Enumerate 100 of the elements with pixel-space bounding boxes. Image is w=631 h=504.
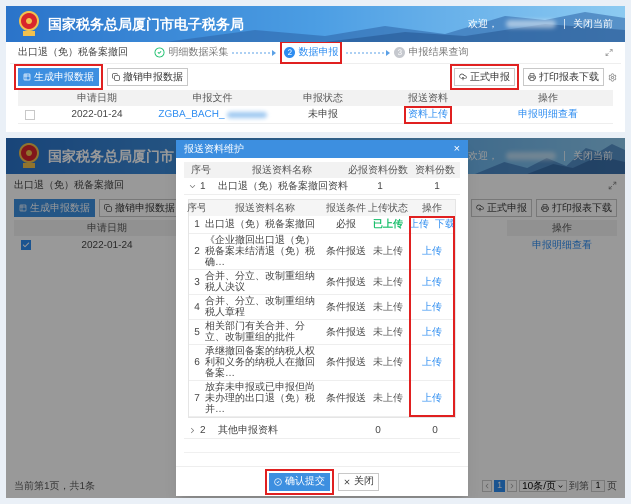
table-cell: 6 [189,345,205,381]
table-cell-text: 0 [431,424,439,438]
check-icon [22,241,30,249]
table-cell-text: 条件报送 [326,392,366,406]
column-header: 序号 [184,162,218,178]
table-cell: 2 [189,234,205,270]
column-header: 报送资料名称 [218,162,346,178]
column-header: 资料份数 [410,162,460,178]
column-header: 操作 [537,92,559,106]
table-cell: 5 [189,320,205,345]
next-page-button[interactable] [507,480,518,492]
column-header: 报送资料 [407,92,449,106]
toolbar-button[interactable]: 关闭 [338,472,379,490]
toolbar-button[interactable]: 生成申报数据 [18,68,99,86]
toolbar-button[interactable]: 撤销申报数据 [107,68,188,86]
previous-page-button[interactable] [482,480,492,492]
step-number: 2 [284,47,296,58]
upload-status: 未上传 [373,276,403,290]
table-cell-text: 条件报送 [326,300,366,314]
table-cell-text: 条件报送 [326,326,366,340]
upload-status: 未上传 [373,356,403,370]
table-cell: 1 [189,216,205,234]
upload-status: 已上传 [373,218,403,232]
action-link[interactable]: 上传 [422,300,442,314]
emblem-icon [18,11,40,37]
toolbar-button[interactable]: 打印报表下载 [523,68,604,86]
site-title: 国家税务总局厦门市电子税务局 [48,14,244,34]
column-header: 申请日期 [86,222,128,236]
page-size-select[interactable]: 10条/页 [519,480,567,492]
table-cell-text: 2022-01-24 [80,238,134,252]
action-link[interactable]: 上传 [422,324,442,340]
step-label[interactable]: 明细数据采集 [168,45,228,60]
close-current-link[interactable]: 关闭当前 [573,16,613,32]
fullscreen-icon[interactable] [604,48,613,57]
table-cell: 未申报 [273,106,373,124]
upload-status: 未上传 [373,326,403,340]
table-cell: 合并、分立、改制重组纳税人决议 [205,270,325,295]
action-link[interactable]: 上传 [422,355,442,370]
column-header: 序号 [189,200,205,216]
file-link[interactable]: ZGBA_BACH_ [158,107,225,122]
table-cell-text: 其他申报资料 [218,424,279,438]
step-label[interactable]: 申报结果查询 [408,45,468,60]
dotted-arrow-icon [346,50,390,56]
column-header: 操作 [409,200,455,216]
table-cell: 承继撤回备案的纳税人权利和义务的纳税人在撤回备案… [205,345,325,381]
row-checkbox[interactable] [25,110,35,120]
toolbar-button[interactable]: 打印报表下载 [536,199,617,217]
step-number: 3 [394,47,406,58]
column-header: 报送资料名称 [205,200,325,216]
fullscreen-icon[interactable] [608,180,617,190]
upload-status: 未上传 [373,244,403,259]
view-details-link[interactable]: 申报明细查看 [518,107,578,122]
table-cell-text: 2 [200,424,206,438]
dialog-title: 报送资料维护 [184,142,244,156]
redacted-blur [226,112,267,118]
table-cell-text: 0 [374,424,382,438]
table-cell-text: 条件报送 [326,244,366,259]
toolbar-button[interactable]: 正式申报 [454,68,515,86]
table-cell: 出口退（免）税备案撤回 [205,216,325,234]
toolbar-button[interactable]: 确认提交 [269,472,330,490]
toolbar-button[interactable]: 生成申报数据 [14,199,95,217]
welcome-text: 欢迎， [468,18,498,32]
table-cell-text: 条件报送 [326,276,366,290]
close-button[interactable]: × [454,140,460,158]
table-cell: 2022-01-24 [42,106,152,124]
table-cell-text: 1 [433,180,441,194]
toolbar-button[interactable]: 正式申报 [471,199,532,217]
table-cell: 7 [189,381,205,417]
table-cell-text: 1 [200,180,206,194]
emblem-icon [18,143,40,169]
table-cell: 合并、分立、改制重组纳税人章程 [205,295,325,320]
expand-icon[interactable] [188,426,197,434]
column-header: 报送条件 [325,200,367,216]
action-link[interactable]: 上传 [422,391,442,406]
settings-icon[interactable] [608,72,617,82]
table-cell-text: 1 [376,180,384,194]
redacted-blur [506,20,556,28]
action-link[interactable]: 上传 [422,244,442,259]
column-header: 申报状态 [302,92,344,106]
upload-status: 未上传 [373,392,403,406]
page-label: 页 [607,480,617,494]
column-header: 申报文件 [192,92,234,106]
column-header: 必报资料份数 [346,162,410,178]
action-link[interactable]: 上传 [422,274,442,290]
column-header: 申请日期 [76,92,118,106]
table-cell: 相关部门有关合并、分立、改制重组的批件 [205,320,325,345]
table-cell: 放弃未申报或已申报但尚未办理的出口退（免）税并… [205,381,325,417]
column-header: 操作 [507,220,617,236]
upload-status: 未上传 [373,300,403,314]
table-cell-text: 条件报送 [326,356,366,370]
table-cell: 《企业撤回出口退（免）税备案未结清退（免）税确… [205,234,325,270]
close-current-link[interactable]: 关闭当前 [573,148,613,164]
view-details-link[interactable]: 申报明细查看 [532,238,592,252]
goto-page-field[interactable]: 1 [591,480,605,492]
upload-material-link[interactable]: 资料上传 [408,110,448,120]
step-label[interactable]: 数据申报 [298,45,338,60]
site-title: 国家税务总局厦门市 [48,146,174,166]
page-number-button[interactable]: 1 [494,480,506,492]
row-checkbox[interactable] [21,240,31,250]
dotted-arrow-icon [232,50,276,56]
